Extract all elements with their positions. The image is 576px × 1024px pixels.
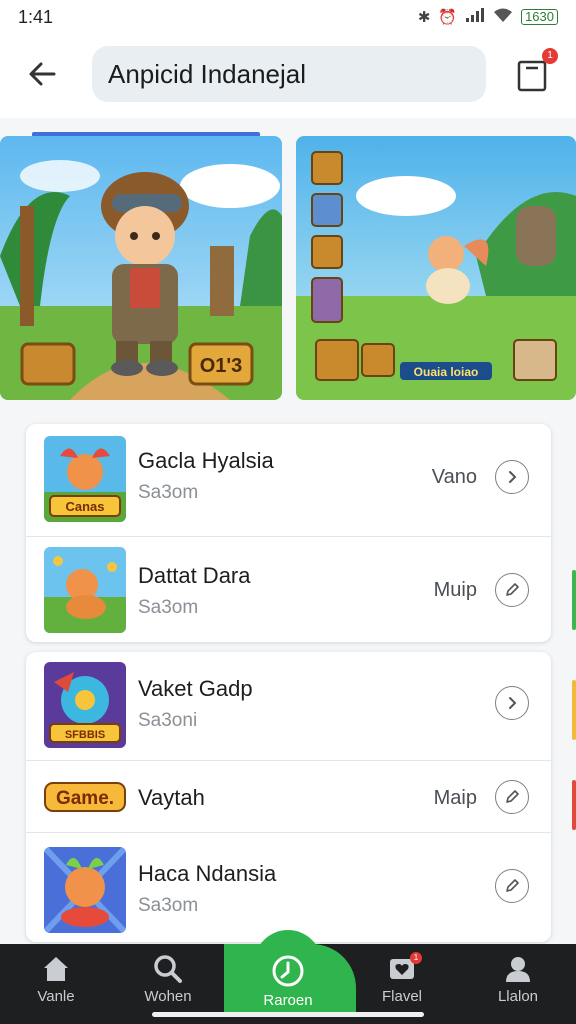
nav-badge: 1 (410, 952, 422, 964)
game-thumbnail (44, 547, 126, 633)
nav-label: Llalon (497, 988, 539, 1005)
next-page-peek (572, 570, 576, 630)
search-input[interactable]: Anpicid Indanejal (92, 46, 486, 102)
search-icon (154, 955, 182, 983)
header: Anpicid Indanejal 1 (0, 34, 576, 118)
open-button[interactable] (495, 686, 529, 720)
thumb-label: Game. (56, 788, 114, 809)
bluetooth-icon: ✱ (417, 9, 431, 26)
nav-label: Raroen (263, 992, 313, 1009)
list-item-action-label: Vano (431, 466, 477, 488)
pencil-icon (506, 879, 519, 892)
next-page-peek (572, 780, 576, 830)
banner-fairy[interactable]: Ouaia loiao (296, 136, 576, 400)
cart-badge: 1 (542, 48, 558, 64)
home-indicator[interactable] (152, 1012, 424, 1017)
status-time: 1:41 (18, 6, 54, 27)
list-item-subtitle: Sa3om (138, 482, 199, 503)
status-icons: ✱ ⏰ 1630 (418, 7, 558, 27)
list-item[interactable]: SFBBIS Vaket Gadp Sa3oni (26, 652, 551, 760)
user-icon (506, 957, 530, 982)
edit-button[interactable] (495, 869, 529, 903)
list-item[interactable]: Canas Gacla Hyalsia Sa3om Vano (26, 424, 551, 536)
pencil-icon (506, 790, 519, 803)
alarm-icon: ⏰ (438, 9, 458, 26)
back-arrow-icon (29, 62, 56, 86)
game-logo: Game. (44, 777, 126, 817)
back-button[interactable] (22, 54, 62, 94)
edit-button[interactable] (495, 780, 529, 814)
game-list-card-2: SFBBIS Vaket Gadp Sa3oni Game. Vaytah Ma… (26, 652, 551, 942)
banner-carousel: O1'3 Ouaia loiao (0, 132, 576, 400)
search-text: Anpicid Indanejal (108, 58, 307, 89)
thumb-label: SFBBIS (65, 729, 105, 741)
list-item-title: Haca Ndansia (138, 861, 277, 886)
game-thumbnail: SFBBIS (44, 662, 126, 748)
game-list-card-1: Canas Gacla Hyalsia Sa3om Vano Dattat Da… (26, 424, 551, 642)
home-icon (44, 957, 68, 981)
game-thumbnail: Canas (44, 436, 126, 522)
list-item-subtitle: Sa3om (138, 597, 199, 618)
list-item-subtitle: Sa3oni (138, 710, 198, 731)
status-bar: 1:41 ✱ ⏰ 1630 (0, 0, 576, 34)
list-item-title: Dattat Dara (138, 563, 251, 588)
nav-item-home[interactable]: Vanle (0, 944, 112, 1024)
compass-icon (272, 955, 304, 987)
next-page-peek (572, 680, 576, 740)
list-item-action-label: Muip (433, 579, 477, 601)
banner-1-tag: O1'3 (200, 355, 243, 377)
nav-label: Flavel (381, 988, 422, 1005)
battery-icon: 1630 (521, 9, 558, 25)
open-button[interactable] (495, 460, 529, 494)
list-item-subtitle: Sa3om (138, 895, 199, 916)
nav-label: Wohen (144, 988, 192, 1005)
signal-icon (465, 7, 485, 27)
wifi-icon (493, 7, 513, 27)
game-thumbnail (44, 847, 126, 933)
list-item-title: Gacla Hyalsia (138, 448, 274, 473)
list-item-title: Vaytah (138, 785, 205, 810)
nav-item-profile[interactable]: Llalon (462, 944, 574, 1024)
list-item[interactable]: Haca Ndansia Sa3om (26, 832, 551, 942)
thumb-label: Canas (65, 499, 104, 514)
nav-label: Vanle (37, 988, 75, 1005)
list-item[interactable]: Game. Vaytah Maip (26, 760, 551, 832)
banner-adventurer[interactable]: O1'3 (0, 136, 282, 400)
cart-button[interactable]: 1 (514, 48, 558, 96)
edit-button[interactable] (495, 573, 529, 607)
chevron-right-icon (509, 697, 517, 709)
banner-2-tag: Ouaia loiao (414, 365, 479, 379)
chevron-right-icon (509, 471, 517, 483)
list-item-title: Vaket Gadp (138, 676, 253, 701)
list-item[interactable]: Dattat Dara Sa3om Muip (26, 536, 551, 642)
list-item-action-label: Maip (433, 787, 477, 809)
pencil-icon (506, 583, 519, 596)
